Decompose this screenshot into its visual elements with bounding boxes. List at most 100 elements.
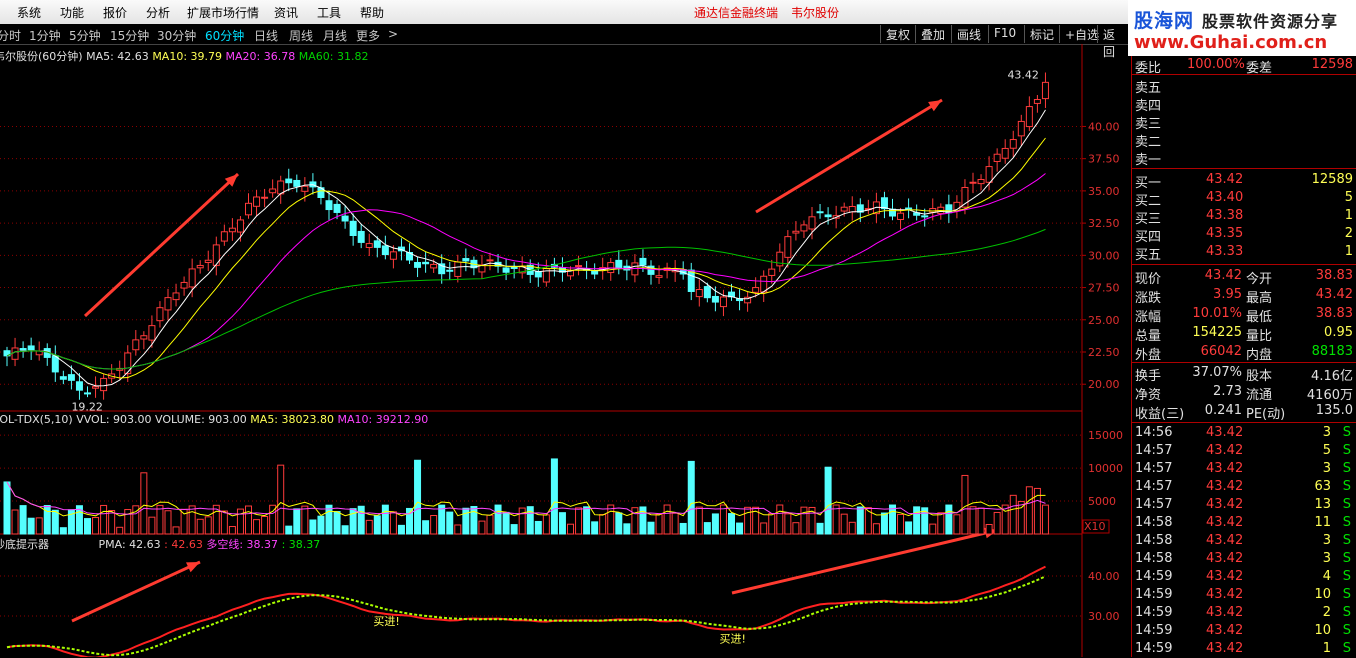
period-1min[interactable]: 1分钟 xyxy=(29,27,61,44)
candle xyxy=(365,233,373,256)
period-monthly[interactable]: 月线 xyxy=(323,27,347,44)
candle-body xyxy=(615,259,623,269)
period-5min[interactable]: 5分钟 xyxy=(69,27,101,44)
candle-body xyxy=(67,374,75,381)
menu-analysis[interactable]: 分析 xyxy=(146,4,170,21)
candle xyxy=(27,337,35,360)
candle-body xyxy=(11,347,19,360)
volume-bar xyxy=(204,516,212,535)
candle-body xyxy=(164,297,172,311)
period-more[interactable]: 更多 xyxy=(356,27,380,44)
volume-bar xyxy=(494,504,502,535)
candle xyxy=(349,213,357,246)
candle xyxy=(67,365,75,390)
back-button[interactable]: 返回 xyxy=(1097,25,1130,59)
volume-bar xyxy=(3,481,11,535)
candle-body xyxy=(760,275,768,293)
candle-body xyxy=(422,261,430,265)
volume-bar xyxy=(1009,494,1017,535)
volume-bar xyxy=(719,504,727,535)
volume-bar xyxy=(27,517,35,535)
tick-price: 43.42 xyxy=(1206,605,1244,620)
candle-body xyxy=(897,212,905,220)
stat-value: 0.95 xyxy=(1324,325,1353,340)
volume-bar xyxy=(655,513,663,535)
draw-line-button[interactable]: 画线 xyxy=(951,25,986,43)
tick-row: 14:58 43.42 3 S xyxy=(1132,532,1356,550)
volume-bar xyxy=(856,506,864,535)
tick-price: 43.42 xyxy=(1206,461,1244,476)
candle-body xyxy=(156,307,164,322)
volume-bar xyxy=(760,522,768,535)
info-label: 股本 xyxy=(1246,369,1273,384)
candle xyxy=(736,289,744,311)
period-weekly[interactable]: 周线 xyxy=(289,27,313,44)
candle-body xyxy=(414,262,422,268)
sell-row: 卖四 xyxy=(1132,94,1356,114)
volume-bar xyxy=(824,466,832,535)
volume-bar xyxy=(100,504,108,535)
tick-price: 43.42 xyxy=(1206,551,1244,566)
f10-button[interactable]: F10 xyxy=(988,25,1021,43)
period-daily[interactable]: 日线 xyxy=(254,27,278,44)
candle xyxy=(261,188,269,208)
price-tick-label: 40.00 xyxy=(1088,120,1120,133)
menu-function[interactable]: 功能 xyxy=(60,4,84,21)
volume-bar xyxy=(373,515,381,535)
candle-body xyxy=(816,211,824,214)
period-60min[interactable]: 60分钟 xyxy=(205,27,244,44)
period-15min[interactable]: 15分钟 xyxy=(110,27,149,44)
price-tick-label: 25.00 xyxy=(1088,314,1120,327)
info-value: 4.16亿 xyxy=(1311,369,1353,384)
mark-button[interactable]: 标记 xyxy=(1024,25,1059,43)
candle-body xyxy=(75,381,83,391)
tick-row: 14:57 43.42 3 S xyxy=(1132,460,1356,478)
candle xyxy=(3,346,11,367)
sell-row: 卖一 xyxy=(1132,148,1356,168)
candle-body xyxy=(261,196,269,199)
menu-quote[interactable]: 报价 xyxy=(103,4,127,21)
candle xyxy=(695,279,703,307)
menu-news[interactable]: 资讯 xyxy=(274,4,298,21)
adjust-button[interactable]: 复权 xyxy=(880,25,915,43)
volume-bar xyxy=(349,508,357,535)
candle xyxy=(462,248,470,272)
volume-bar xyxy=(438,504,446,535)
ma5-line xyxy=(6,109,1046,387)
tick-side: S xyxy=(1342,533,1351,548)
chart-area[interactable]: 43.4219.22 买进!买进!买进! 40.0037.5035.0032.5… xyxy=(0,44,1131,657)
menu-tools[interactable]: 工具 xyxy=(317,4,341,21)
period-30min[interactable]: 30分钟 xyxy=(157,27,196,44)
volume-bar xyxy=(317,515,325,535)
menu-help[interactable]: 帮助 xyxy=(360,4,384,21)
menu-system[interactable]: 系统 xyxy=(17,4,41,21)
candle-body xyxy=(921,215,929,218)
info-label: 换手 xyxy=(1135,369,1162,384)
tick-time: 14:57 xyxy=(1135,497,1173,512)
buy-row: 买一 43.42 12589 xyxy=(1132,171,1356,191)
stat-value: 43.42 xyxy=(1204,268,1242,283)
candle-body xyxy=(204,259,212,263)
chevron-right-icon[interactable]: > xyxy=(388,27,398,41)
stat-label: 最高 xyxy=(1246,291,1273,306)
low-price-label: 19.22 xyxy=(71,400,103,413)
tick-volume: 1 xyxy=(1322,641,1331,656)
candle-body xyxy=(220,231,228,242)
candle xyxy=(156,301,164,328)
volume-bar xyxy=(116,526,124,535)
overlay-button[interactable]: 叠加 xyxy=(915,25,950,43)
candle xyxy=(269,179,277,198)
ma10-label: MA10: 39.79 xyxy=(152,50,223,63)
volume-bar xyxy=(615,512,623,535)
candle xyxy=(59,370,67,385)
stat-value: 38.83 xyxy=(1315,306,1353,321)
candle-body xyxy=(341,215,349,222)
menu-extended-market[interactable]: 扩展市场行情 xyxy=(187,4,259,21)
candle-body xyxy=(969,181,977,184)
buy-volume: 12589 xyxy=(1311,172,1353,187)
info-label: 净资 xyxy=(1135,388,1162,403)
ma60-label: MA60: 31.82 xyxy=(298,50,369,63)
period-intraday[interactable]: 分时 xyxy=(0,27,21,44)
stat-label: 今开 xyxy=(1246,272,1273,287)
info-value: 2.73 xyxy=(1213,384,1242,399)
